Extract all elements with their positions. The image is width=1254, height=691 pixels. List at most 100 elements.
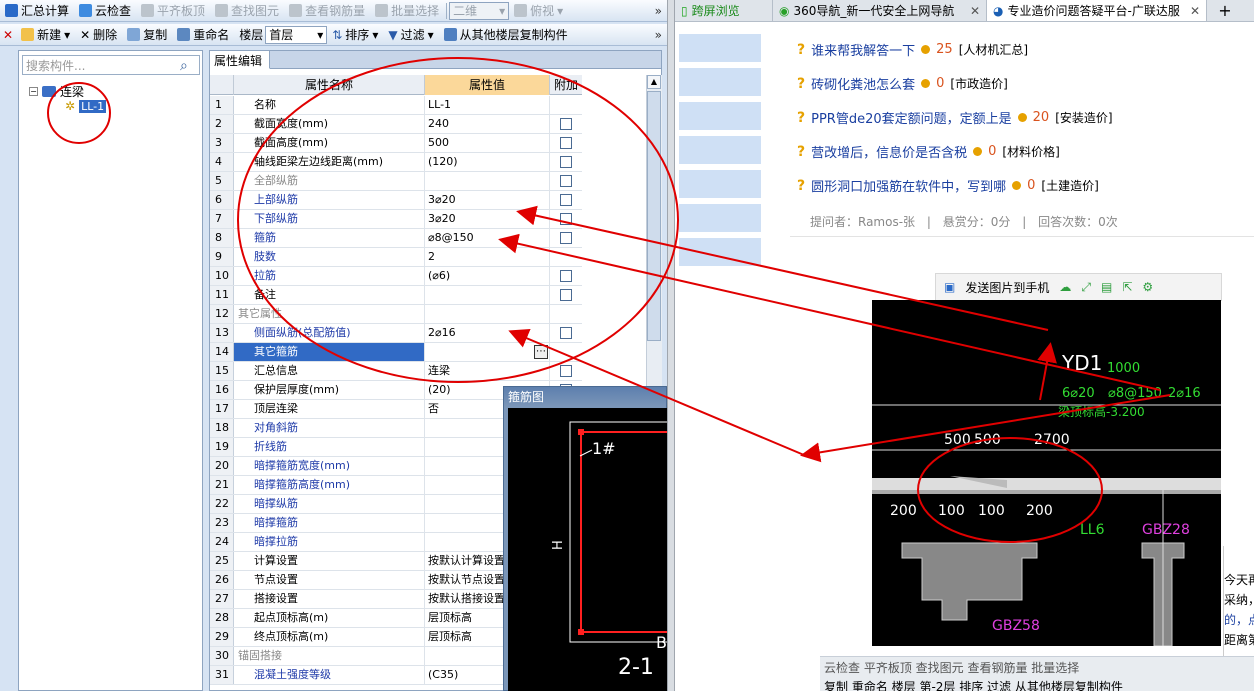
view-rebar-button[interactable]: 查看钢筋量 bbox=[284, 1, 370, 21]
sidebar-block[interactable] bbox=[679, 238, 761, 266]
grid-row[interactable]: 14 其它箍筋 ⋯ bbox=[210, 343, 582, 362]
share-icon[interactable]: ⇱ bbox=[1122, 280, 1132, 294]
grid-row[interactable]: 7 下部纵筋 3⌀20 bbox=[210, 210, 582, 229]
property-value[interactable]: ⌀8@150 bbox=[425, 229, 550, 247]
send-to-phone-button[interactable]: 发送图片到手机 bbox=[965, 279, 1049, 296]
question-link[interactable]: PPR管de20套定额问题，定额上是 bbox=[811, 108, 1012, 127]
grid-row[interactable]: 15 汇总信息 连梁 bbox=[210, 362, 582, 381]
panel-close-icon[interactable]: ✕ bbox=[0, 25, 16, 45]
delete-button[interactable]: ✕ 删除 bbox=[75, 25, 122, 45]
property-value[interactable]: 240 bbox=[425, 115, 550, 133]
question-category[interactable]: [土建造价] bbox=[1041, 177, 1098, 194]
property-value[interactable]: LL-1 bbox=[425, 96, 550, 114]
sort-button[interactable]: ⇅ 排序 ▾ bbox=[327, 25, 383, 45]
grid-row[interactable]: 1 名称 LL-1 bbox=[210, 96, 582, 115]
rename-button[interactable]: 重命名 bbox=[172, 25, 234, 45]
more-options-button[interactable]: ⋯ bbox=[534, 345, 548, 359]
batch-select-button[interactable]: 批量选择 bbox=[370, 1, 444, 21]
question-category[interactable]: [人材机汇总] bbox=[959, 41, 1028, 58]
view-direction-select[interactable]: 俯视 ▾ bbox=[509, 1, 568, 21]
attach-checkbox[interactable] bbox=[560, 213, 572, 225]
grid-row[interactable]: 13 侧面纵筋(总配筋值) 2⌀16 bbox=[210, 324, 582, 343]
search-icon[interactable]: ⌕ bbox=[180, 58, 188, 74]
header-value[interactable]: 属性值 bbox=[425, 75, 550, 95]
grid-row[interactable]: 5 全部纵筋 bbox=[210, 172, 582, 191]
scroll-up-icon[interactable]: ▲ bbox=[647, 75, 661, 89]
summary-calc-button[interactable]: 汇总计算 bbox=[0, 1, 74, 21]
question-link[interactable]: 砖砌化粪池怎么套 bbox=[811, 74, 915, 93]
tab-property-edit[interactable]: 属性编辑 bbox=[210, 51, 270, 69]
property-value[interactable] bbox=[425, 343, 550, 361]
sidebar-block[interactable] bbox=[679, 34, 761, 62]
find-element-button[interactable]: 查找图元 bbox=[210, 1, 284, 21]
question-category[interactable]: [安装造价] bbox=[1055, 109, 1112, 126]
property-value[interactable]: (120) bbox=[425, 153, 550, 171]
tab-glodon-qa[interactable]: ◕ 专业造价问题答疑平台-广联达服 ✕ bbox=[987, 0, 1207, 21]
fullscreen-icon[interactable]: ⤢ bbox=[1081, 280, 1091, 295]
header-attach[interactable]: 附加 bbox=[550, 75, 582, 95]
close-icon[interactable]: ✕ bbox=[970, 4, 980, 18]
grid-row[interactable]: 9 肢数 2 bbox=[210, 248, 582, 267]
cloud-icon[interactable]: ☁ bbox=[1059, 280, 1071, 294]
attach-checkbox[interactable] bbox=[560, 194, 572, 206]
sidebar-block[interactable] bbox=[679, 136, 761, 164]
property-value[interactable]: (⌀6) bbox=[425, 267, 550, 285]
grid-row[interactable]: 11 备注 bbox=[210, 286, 582, 305]
header-name[interactable]: 属性名称 bbox=[234, 75, 425, 95]
attach-checkbox[interactable] bbox=[560, 137, 572, 149]
tab-cross-screen[interactable]: ▯ 跨屏浏览 bbox=[675, 0, 773, 21]
new-button[interactable]: 新建 ▾ bbox=[16, 25, 75, 45]
new-tab-button[interactable]: + bbox=[1207, 0, 1243, 21]
property-value[interactable]: 2⌀16 bbox=[425, 324, 550, 342]
tree-node-ll1[interactable]: ✲ LL-1 bbox=[65, 99, 107, 113]
property-value[interactable]: 3⌀20 bbox=[425, 210, 550, 228]
collapse-icon[interactable]: − bbox=[29, 87, 38, 96]
sidebar-block[interactable] bbox=[679, 170, 761, 198]
question-link[interactable]: 谁来帮我解答一下 bbox=[811, 40, 915, 59]
question-link[interactable]: 营改增后，信息价是否含税 bbox=[811, 142, 967, 161]
property-value[interactable] bbox=[425, 172, 550, 190]
copy-from-floor-button[interactable]: 从其他楼层复制构件 bbox=[439, 25, 573, 45]
grid-row[interactable]: 8 箍筋 ⌀8@150 bbox=[210, 229, 582, 248]
property-value[interactable]: 2 bbox=[425, 248, 550, 266]
save-icon[interactable]: ▤ bbox=[1101, 280, 1112, 294]
attach-checkbox[interactable] bbox=[560, 156, 572, 168]
search-input[interactable]: 搜索构件... bbox=[22, 55, 200, 75]
attach-checkbox[interactable] bbox=[560, 289, 572, 301]
attach-checkbox[interactable] bbox=[560, 175, 572, 187]
phone-send-icon[interactable]: ▣ bbox=[944, 280, 955, 294]
property-value[interactable] bbox=[425, 305, 550, 323]
sidebar-block[interactable] bbox=[679, 204, 761, 232]
property-value[interactable]: 连梁 bbox=[425, 362, 550, 380]
sidebar-block[interactable] bbox=[679, 102, 761, 130]
align-slab-top-button[interactable]: 平齐板顶 bbox=[136, 1, 210, 21]
close-icon[interactable]: ✕ bbox=[1190, 4, 1200, 18]
cloud-check-button[interactable]: 云检查 bbox=[74, 1, 136, 21]
sidebar-block[interactable] bbox=[679, 68, 761, 96]
view-mode-select[interactable]: 二维 ▾ bbox=[449, 1, 510, 20]
grid-row[interactable]: 4 轴线距梁左边线距离(mm) (120) bbox=[210, 153, 582, 172]
filter-button[interactable]: ▼ 过滤 ▾ bbox=[383, 25, 438, 45]
floor-select[interactable]: 首层 ▾ bbox=[265, 25, 328, 44]
toolbar-overflow-button[interactable]: » bbox=[650, 25, 667, 45]
grid-row[interactable]: 3 截面高度(mm) 500 bbox=[210, 134, 582, 153]
copy-button[interactable]: 复制 bbox=[122, 25, 172, 45]
attach-checkbox[interactable] bbox=[560, 270, 572, 282]
question-category[interactable]: [材料价格] bbox=[1002, 143, 1059, 160]
toolbar-overflow-button[interactable]: » bbox=[650, 1, 667, 21]
tab-360-nav[interactable]: ◉ 360导航_新一代安全上网导航 ✕ bbox=[773, 0, 987, 21]
grid-row[interactable]: 12 其它属性 bbox=[210, 305, 582, 324]
attach-checkbox[interactable] bbox=[560, 327, 572, 339]
grid-row[interactable]: 6 上部纵筋 3⌀20 bbox=[210, 191, 582, 210]
question-category[interactable]: [市政造价] bbox=[950, 75, 1007, 92]
property-value[interactable] bbox=[425, 286, 550, 304]
property-value[interactable]: 500 bbox=[425, 134, 550, 152]
window-splitter[interactable] bbox=[667, 0, 675, 691]
settings-icon[interactable]: ⚙ bbox=[1142, 280, 1153, 294]
question-link[interactable]: 圆形洞口加强筋在软件中，写到哪 bbox=[811, 176, 1006, 195]
grid-row[interactable]: 2 截面宽度(mm) 240 bbox=[210, 115, 582, 134]
scroll-thumb[interactable] bbox=[647, 91, 661, 341]
attach-checkbox[interactable] bbox=[560, 118, 572, 130]
attach-checkbox[interactable] bbox=[560, 232, 572, 244]
tree-node-root[interactable]: − 连梁 bbox=[29, 83, 84, 100]
